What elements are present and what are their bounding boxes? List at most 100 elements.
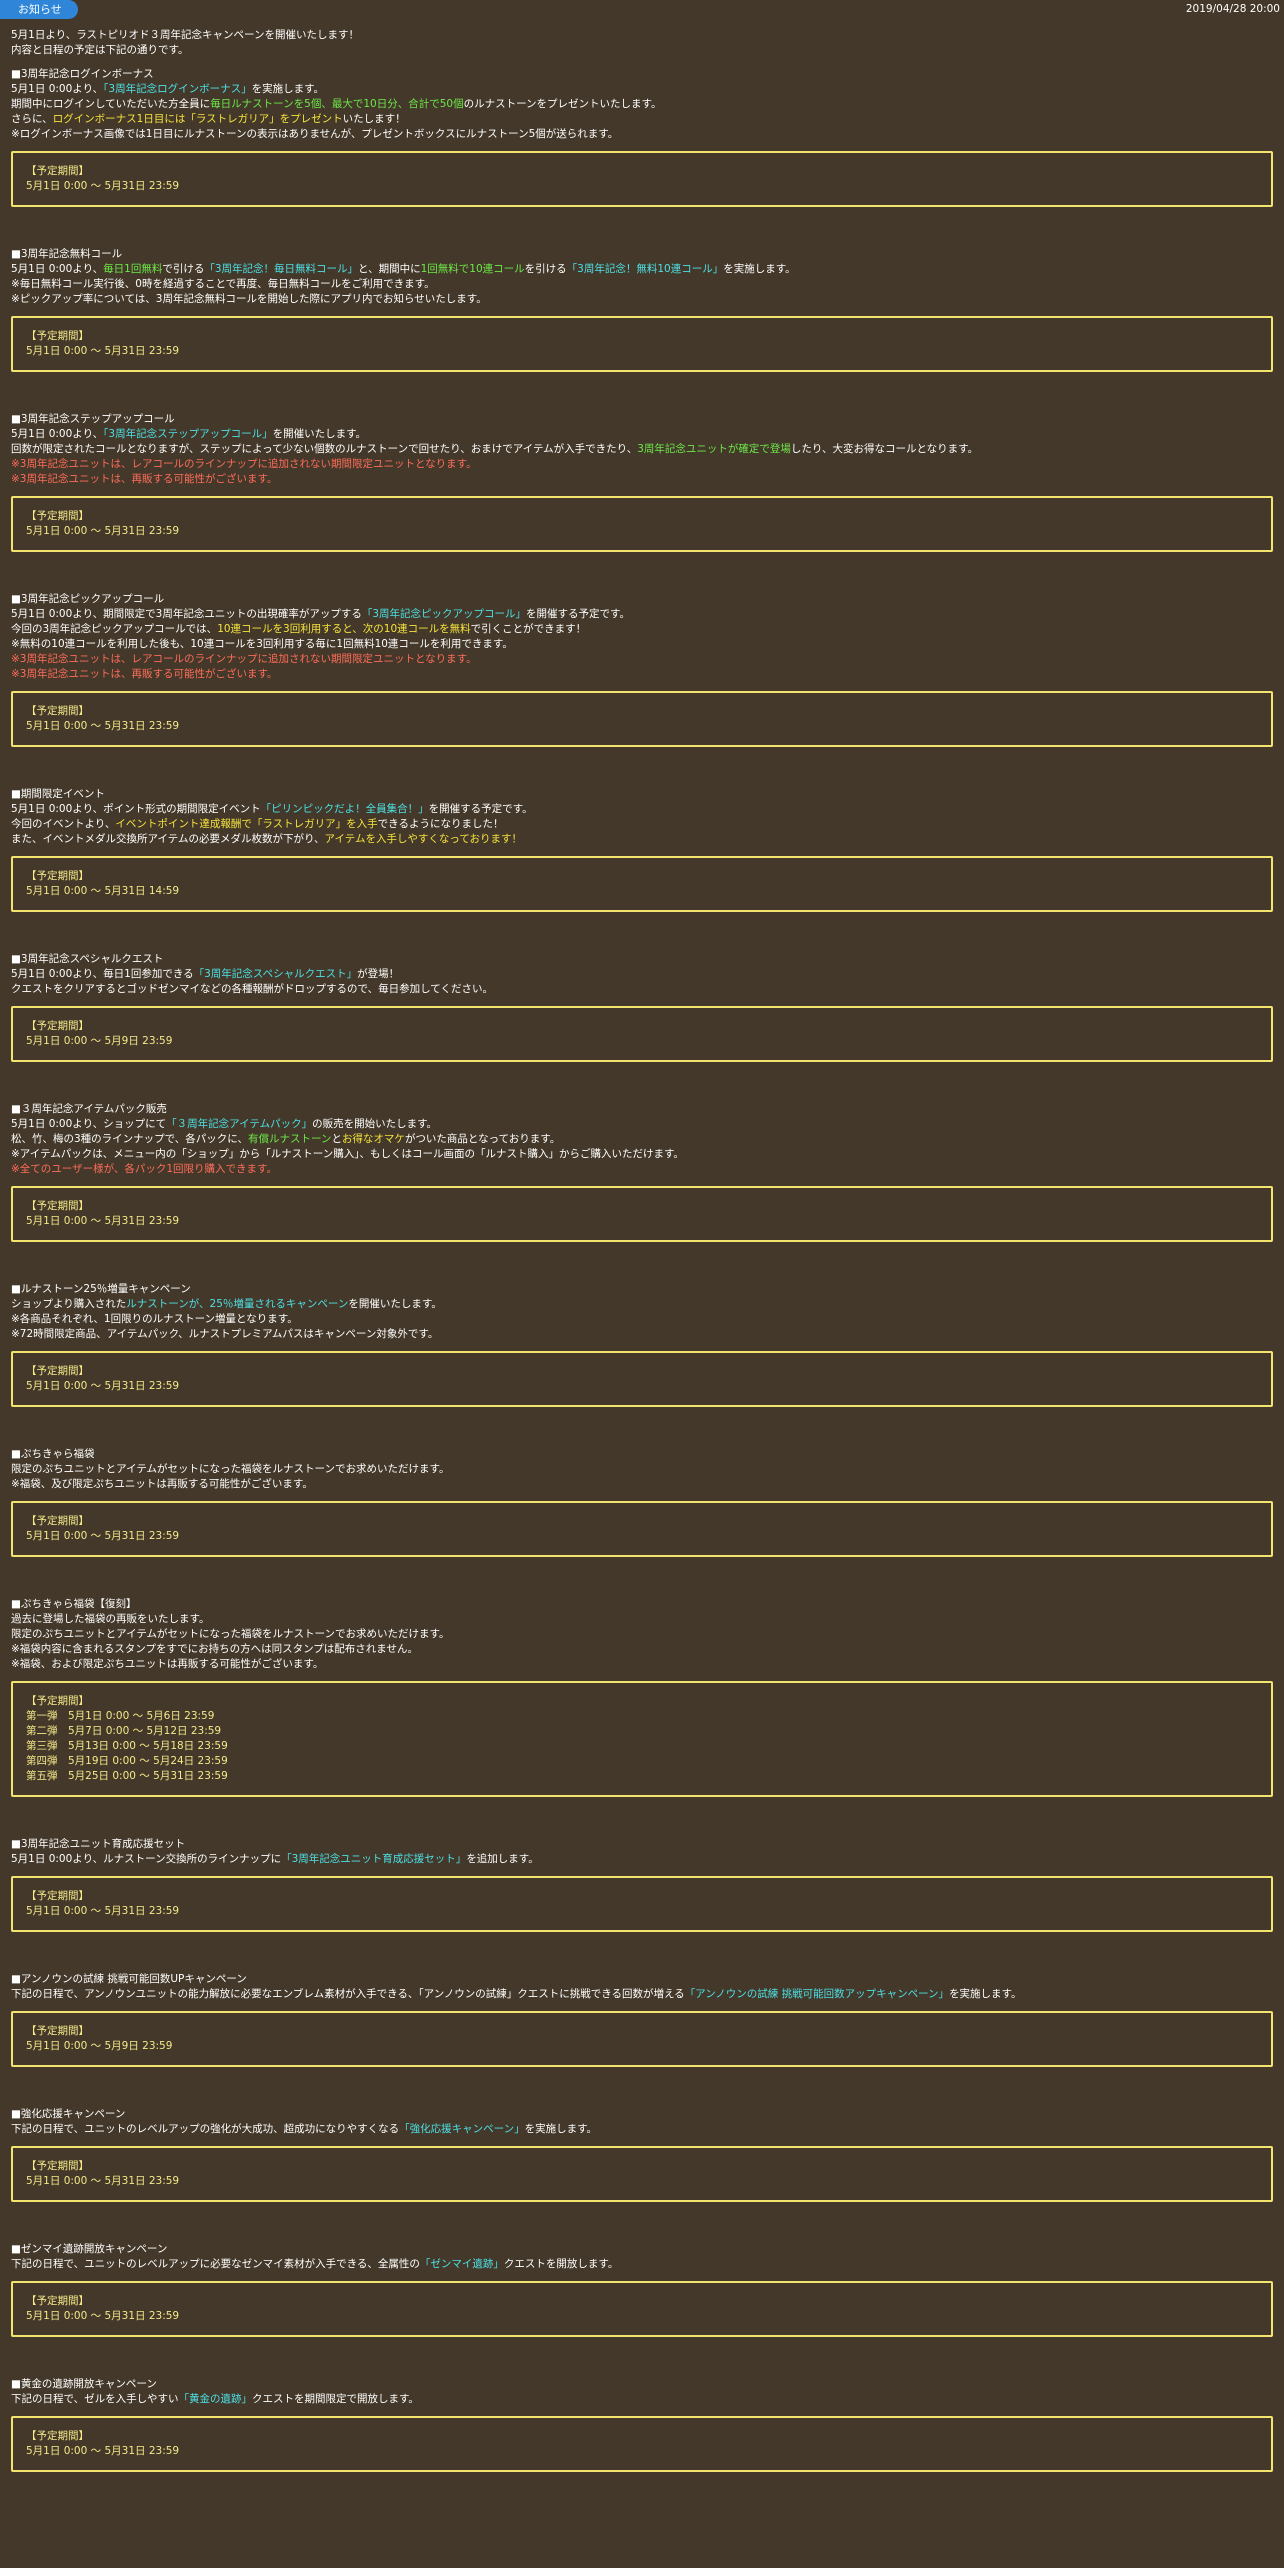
schedule-label: 【予定期間】: [26, 1365, 89, 1377]
body-text: を実施します。: [723, 263, 796, 275]
intro-line: 内容と日程の予定は下記の通りです。: [11, 44, 189, 56]
section-line: ※福袋、および限定ぷちユニットは再販する可能性がございます。: [11, 1657, 1273, 1672]
body-text: ショップより購入された: [11, 1298, 127, 1310]
schedule-box: 【予定期間】 5月1日 0:00 ～ 5月31日 23:59: [11, 496, 1273, 552]
body-text: クエストを開放します。: [503, 2258, 619, 2270]
body-text: がついた商品となっております。: [404, 1133, 561, 1145]
campaign-section: ■ぷちきゃら福袋【復刻】 過去に登場した福袋の再販をいたします。 限定のぷちユニット…: [11, 1597, 1273, 1797]
body-text: と、期間中に: [358, 263, 421, 275]
highlight-text: ※3周年記念ユニットは、再販する可能性がございます。: [11, 473, 278, 485]
section-line: 限定のぷちユニットとアイテムがセットになった福袋をルナストーンでお求めいただけま…: [11, 1462, 1273, 1477]
schedule-label: 【予定期間】: [26, 1695, 89, 1707]
section-line: 5月1日 0:00より、ショップにて「３周年記念アイテムパック」の販売を開始いた…: [11, 1117, 1273, 1132]
body-text: さらに、: [11, 113, 53, 125]
highlight-text: ※3周年記念ユニットは、再販する可能性がございます。: [11, 668, 278, 680]
schedule-period: 5月1日 0:00 ～ 5月9日 23:59: [26, 1035, 173, 1047]
schedule-box: 【予定期間】 5月1日 0:00 ～ 5月9日 23:59: [11, 2011, 1273, 2067]
highlight-text: 3周年記念ユニットが確定で登場: [637, 443, 791, 455]
section-line: 限定のぷちユニットとアイテムがセットになった福袋をルナストーンでお求めいただけま…: [11, 1627, 1273, 1642]
section-line: ※各商品それぞれ、1回限りのルナストーン増量となります。: [11, 1312, 1273, 1327]
section-title: ■ゼンマイ遺跡開放キャンペーン: [11, 2243, 168, 2255]
body-text: 今回のイベントより、: [11, 818, 116, 830]
body-text: 5月1日 0:00より、期間限定で3周年記念ユニットの出現確率がアップする: [11, 608, 362, 620]
schedule-box: 【予定期間】 5月1日 0:00 ～ 5月31日 23:59: [11, 151, 1273, 207]
section-line: ※3周年記念ユニットは、再販する可能性がございます。: [11, 667, 1273, 682]
highlight-text: 「３周年記念アイテムパック」: [166, 1118, 313, 1130]
section-title: ■強化応援キャンペーン: [11, 2108, 126, 2120]
highlight-text: 毎日1回無料: [103, 263, 163, 275]
section-line: クエストをクリアするとゴッドゼンマイなどの各種報酬がドロップするので、毎日参加し…: [11, 982, 1273, 997]
schedule-label: 【予定期間】: [26, 165, 89, 177]
body-text: 今回の3周年記念ピックアップコールでは、: [11, 623, 218, 635]
highlight-text: ※3周年記念ユニットは、レアコールのラインナップに追加されない期間限定ユニットと…: [11, 458, 477, 470]
section-line: 5月1日 0:00より、毎日1回参加できる「3周年記念スペシャルクエスト」が登場…: [11, 967, 1273, 982]
campaign-section: ■３周年記念アイテムパック販売 5月1日 0:00より、ショップにて「３周年記念ア…: [11, 1102, 1273, 1242]
body-text: が登場！: [357, 968, 400, 980]
body-text: を開催いたします。: [272, 428, 367, 440]
schedule-period: 第三弾 5月13日 0:00 ～ 5月18日 23:59: [26, 1740, 228, 1752]
highlight-text: ※全てのユーザー様が、各パック1回限り購入できます。: [11, 1163, 278, 1175]
highlight-text: お得なオマケ: [341, 1133, 405, 1145]
body-text: ※アイテムパックは、メニュー内の「ショップ」から「ルナストーン購入」、もしくはコ…: [11, 1148, 684, 1160]
section-line: 下記の日程で、ゼルを入手しやすい「黄金の遺跡」クエストを期間限定で開放します。: [11, 2392, 1273, 2407]
schedule-period: 5月1日 0:00 ～ 5月31日 23:59: [26, 2445, 180, 2457]
section-title: ■アンノウンの試練 挑戦可能回数UPキャンペーン: [11, 1973, 247, 1985]
schedule-label: 【予定期間】: [26, 510, 89, 522]
body-text: の販売を開始いたします。: [312, 1118, 438, 1130]
highlight-text: 「ピリンピックだよ！全員集合！」: [260, 803, 429, 815]
notice-content: 5月1日より、ラストピリオド３周年記念キャンペーンを開催いたします！ 内容と日程…: [11, 28, 1273, 2512]
schedule-label: 【予定期間】: [26, 330, 89, 342]
section-line: 下記の日程で、ユニットのレベルアップの強化が大成功、超成功になりやすくなる「強化…: [11, 2122, 1273, 2137]
body-text: ※福袋内容に含まれるスタンプをすでにお持ちの方へは同スタンプは配布されません。: [11, 1643, 418, 1655]
campaign-section: ■ゼンマイ遺跡開放キャンペーン 下記の日程で、ユニットのレベルアップに必要なゼンマ…: [11, 2242, 1273, 2337]
schedule-box: 【予定期間】 5月1日 0:00 ～ 5月31日 23:59: [11, 1876, 1273, 1932]
schedule-period: 5月1日 0:00 ～ 5月31日 23:59: [26, 2175, 180, 2187]
body-text: を実施します。: [524, 2123, 598, 2135]
section-line: ※全てのユーザー様が、各パック1回限り購入できます。: [11, 1162, 1273, 1177]
section-title: ■期間限定イベント: [11, 788, 105, 800]
schedule-label: 【予定期間】: [26, 1515, 89, 1527]
highlight-text: アイテムを入手しやすくなっております！: [324, 833, 523, 845]
highlight-text: イベントポイント達成報酬で「ラストレガリア」を入手: [115, 818, 378, 830]
schedule-period: 第五弾 5月25日 0:00 ～ 5月31日 23:59: [26, 1770, 228, 1782]
schedule-period: 5月1日 0:00 ～ 5月31日 23:59: [26, 345, 180, 357]
section-line: ※ピックアップ率については、3周年記念無料コールを開始した際にアプリ内でお知らせ…: [11, 292, 1273, 307]
body-text: を実施します。: [251, 83, 325, 95]
body-text: できるようになりました！: [377, 818, 504, 830]
section-line: 5月1日 0:00より、期間限定で3周年記念ユニットの出現確率がアップする「3周…: [11, 607, 1273, 622]
section-line: ※3周年記念ユニットは、レアコールのラインナップに追加されない期間限定ユニットと…: [11, 652, 1273, 667]
section-line: ※無料の10連コールを利用した後も、10連コールを3回利用する毎に1回無料10連…: [11, 637, 1273, 652]
body-text: ※ピックアップ率については、3周年記念無料コールを開始した際にアプリ内でお知らせ…: [11, 293, 487, 305]
schedule-period: 第二弾 5月7日 0:00 ～ 5月12日 23:59: [26, 1725, 222, 1737]
body-text: を開催いたします。: [348, 1298, 442, 1310]
body-text: クエストをクリアするとゴッドゼンマイなどの各種報酬がドロップするので、毎日参加し…: [11, 983, 493, 995]
section-line: ショップより購入されたルナストーンが、25％増量されるキャンペーンを開催いたしま…: [11, 1297, 1273, 1312]
campaign-section: ■3周年記念ステップアップコール 5月1日 0:00より、「3周年記念ステップアッ…: [11, 412, 1273, 552]
schedule-box: 【予定期間】 5月1日 0:00 ～ 5月31日 23:59: [11, 1186, 1273, 1242]
campaign-sections: ■3周年記念ログインボーナス 5月1日 0:00より、「3周年記念ログインボーナス…: [11, 67, 1273, 2472]
section-title: ■3周年記念ステップアップコール: [11, 413, 175, 425]
campaign-section: ■アンノウンの試練 挑戦可能回数UPキャンペーン 下記の日程で、アンノウンユニット…: [11, 1972, 1273, 2067]
body-text: ※72時間限定商品、アイテムパック、ルナストプレミアムパスはキャンペーン対象外で…: [11, 1328, 439, 1340]
section-line: 5月1日 0:00より、「3周年記念ログインボーナス」を実施します。: [11, 82, 1273, 97]
body-text: クエストを期間限定で開放します。: [251, 2393, 419, 2405]
section-title: ■ぷちきゃら福袋: [11, 1448, 95, 1460]
body-text: 5月1日 0:00より、毎日1回参加できる: [11, 968, 194, 980]
highlight-text: 「3周年記念！無料10連コール」: [566, 263, 724, 275]
schedule-box: 【予定期間】 5月1日 0:00 ～ 5月31日 23:59: [11, 2281, 1273, 2337]
schedule-box: 【予定期間】 5月1日 0:00 ～ 5月31日 23:59: [11, 2146, 1273, 2202]
schedule-label: 【予定期間】: [26, 1200, 89, 1212]
section-line: 5月1日 0:00より、毎日1回無料で引ける「3周年記念！毎日無料コール」と、期…: [11, 262, 1273, 277]
schedule-period: 5月1日 0:00 ～ 5月31日 23:59: [26, 1380, 180, 1392]
notice-tab[interactable]: お知らせ: [0, 0, 78, 19]
schedule-period: 5月1日 0:00 ～ 5月31日 23:59: [26, 1905, 180, 1917]
schedule-box: 【予定期間】 5月1日 0:00 ～ 5月31日 23:59: [11, 1351, 1273, 1407]
intro: 5月1日より、ラストピリオド３周年記念キャンペーンを開催いたします！ 内容と日程…: [11, 28, 1273, 58]
section-line: さらに、ログインボーナス1日目には「ラストレガリア」をプレゼントいたします！: [11, 112, 1273, 127]
campaign-section: ■3周年記念ユニット育成応援セット 5月1日 0:00より、ルナストーン交換所のラ…: [11, 1837, 1273, 1932]
highlight-text: 「ゼンマイ遺跡」: [419, 2258, 504, 2270]
section-title: ■3周年記念無料コール: [11, 248, 123, 260]
body-text: を開催する予定です。: [428, 803, 533, 815]
schedule-period: 5月1日 0:00 ～ 5月31日 23:59: [26, 720, 180, 732]
highlight-text: 10連コールを3回利用すると、次の10連コールを無料: [217, 623, 471, 635]
